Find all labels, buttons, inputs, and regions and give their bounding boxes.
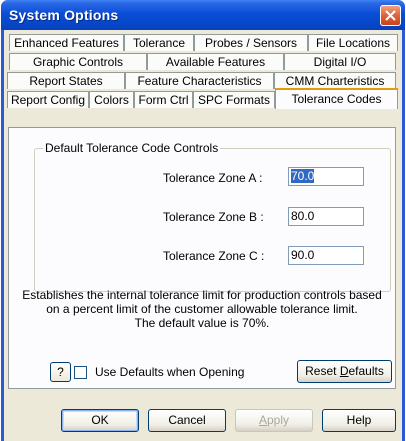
reset-label-prefix: Reset <box>305 364 340 378</box>
use-defaults-label[interactable]: Use Defaults when Opening <box>95 365 244 379</box>
tab-file-locations[interactable]: File Locations <box>308 34 398 51</box>
description-line-3: The default value is 70%. <box>134 316 270 330</box>
window-title: System Options <box>9 7 119 23</box>
tab-report-config[interactable]: Report Config <box>7 91 89 108</box>
close-icon <box>385 10 396 21</box>
zone-a-input[interactable]: 70.0 <box>288 167 364 186</box>
reset-label-accel: D <box>339 364 349 378</box>
tolerance-code-group: Default Tolerance Code Controls Toleranc… <box>34 141 391 292</box>
tab-probes-sensors[interactable]: Probes / Sensors <box>194 34 308 51</box>
tab-spc-formats[interactable]: SPC Formats <box>193 91 275 108</box>
zone-b-value: 80.0 <box>291 209 315 223</box>
dialog-window: System Options Enhanced Features Toleran… <box>1 0 405 441</box>
apply-label-suffix: pply <box>267 413 290 427</box>
help-question-button[interactable]: ? <box>50 362 71 382</box>
zone-c-input[interactable]: 90.0 <box>288 246 364 265</box>
tab-digital-io[interactable]: Digital I/O <box>284 53 396 70</box>
zone-a-label: Tolerance Zone A : <box>163 171 263 185</box>
reset-label-suffix: efaults <box>348 364 384 378</box>
tab-feature-characteristics[interactable]: Feature Characteristics <box>125 72 274 89</box>
title-bar[interactable]: System Options <box>1 0 405 30</box>
zone-b-input[interactable]: 80.0 <box>288 207 364 226</box>
tab-colors[interactable]: Colors <box>89 91 134 108</box>
tab-form-ctrl[interactable]: Form Ctrl <box>134 91 193 108</box>
apply-label-accel: A <box>258 413 267 427</box>
ok-button[interactable]: OK <box>61 409 139 432</box>
help-button[interactable]: Help <box>322 409 396 432</box>
zone-b-label: Tolerance Zone B : <box>163 210 264 224</box>
dialog-client: Enhanced Features Tolerance Probes / Sen… <box>4 30 402 441</box>
tab-graphic-controls[interactable]: Graphic Controls <box>9 53 147 70</box>
use-defaults-checkbox[interactable] <box>74 366 87 379</box>
tab-available-features[interactable]: Available Features <box>147 53 284 70</box>
reset-defaults-button[interactable]: Reset Defaults <box>297 360 392 383</box>
cancel-button[interactable]: Cancel <box>148 409 226 432</box>
tab-report-states[interactable]: Report States <box>7 72 125 89</box>
description-line-1: Establishes the internal tolerance limit… <box>22 288 382 302</box>
close-button[interactable] <box>380 5 401 26</box>
tab-enhanced-features[interactable]: Enhanced Features <box>9 34 124 51</box>
tab-cmm-charteristics[interactable]: CMM Charteristics <box>274 72 396 89</box>
description-line-2: on a percent limit of the customer allow… <box>46 302 358 316</box>
group-title: Default Tolerance Code Controls <box>43 141 221 155</box>
tab-tolerance[interactable]: Tolerance <box>124 34 194 51</box>
apply-button[interactable]: Apply <box>235 409 313 432</box>
zone-a-value: 70.0 <box>291 169 315 183</box>
zone-c-value: 90.0 <box>291 248 315 262</box>
tab-tolerance-codes[interactable]: Tolerance Codes <box>275 88 398 109</box>
zone-c-label: Tolerance Zone C : <box>163 249 265 263</box>
description-text: Establishes the internal tolerance limit… <box>14 288 390 330</box>
